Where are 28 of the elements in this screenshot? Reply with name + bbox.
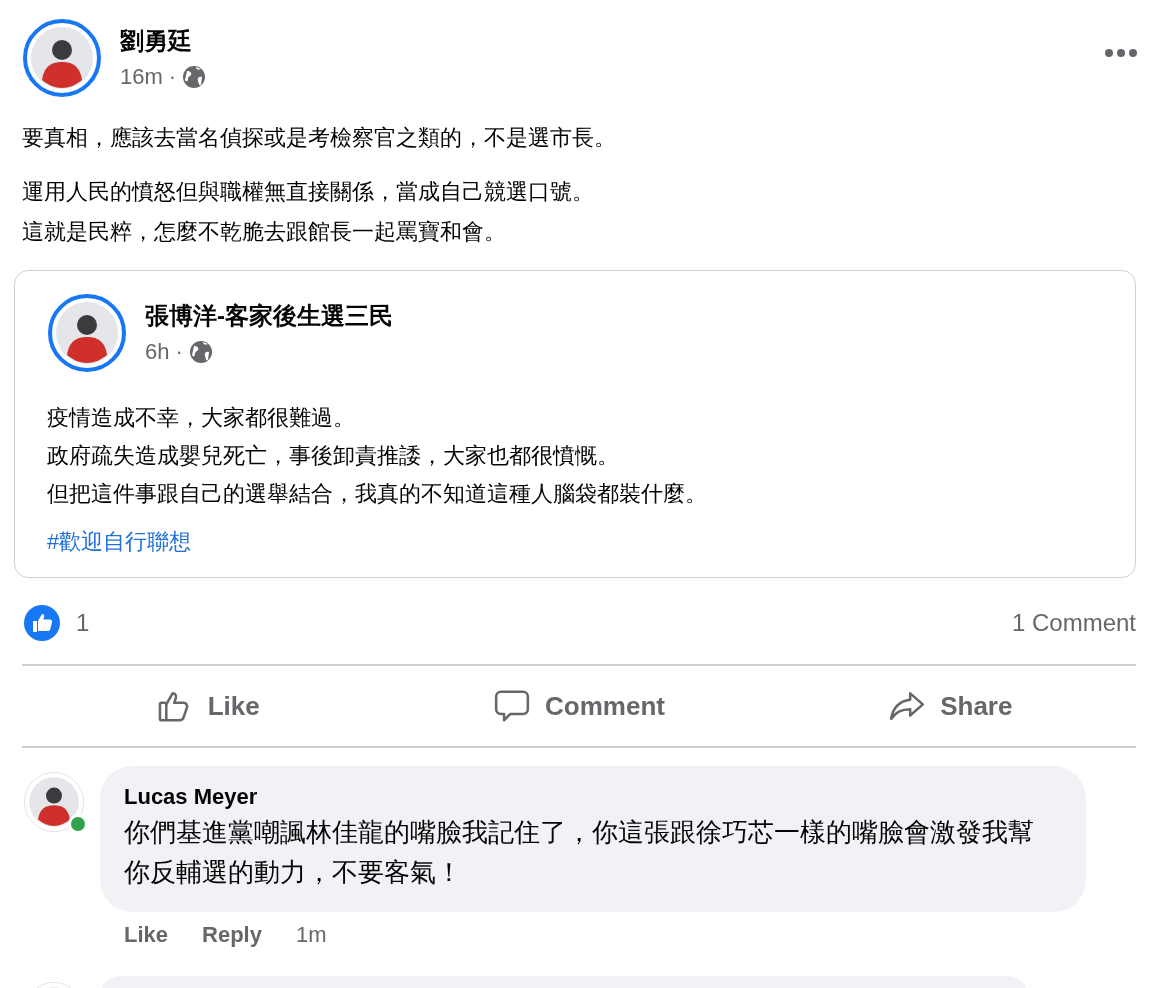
author-name[interactable]: 張博洋-客家後生選三民	[145, 301, 393, 331]
comment-link[interactable]: Like	[124, 922, 169, 948]
hashtag-link[interactable]: #歡迎自行聯想	[47, 527, 192, 557]
like-button[interactable]: Like	[22, 681, 394, 731]
shared-post-card[interactable]: 張博洋-客家後生選三民 6h · 疫情造成不幸，大家都很難過。 政府疏失造成嬰兒死亡，事後卸責推諉，大家也都很憤慨。 但把這件事跟自己的選舉結合，我真的不知道這種人腦袋都裝什麼。 #歡迎自行聯想	[14, 270, 1136, 578]
separator: ·	[175, 339, 183, 365]
post-time[interactable]: 6h	[145, 339, 170, 365]
like-reaction-icon[interactable]	[24, 605, 60, 641]
shared-post-text: 疫情造成不幸，大家都很難過。 政府疏失造成嬰兒死亡，事後卸責推諉，大家也都很憤慨。 但把這件事跟自己的選舉結合，我真的不知道這種人腦袋都裝什麼。	[47, 404, 708, 508]
comment-count[interactable]: 1 Comment	[1011, 609, 1136, 637]
avatar[interactable]	[22, 18, 102, 98]
comment-time[interactable]: 1m	[295, 922, 327, 948]
reaction-count[interactable]: 1	[76, 609, 90, 637]
globe-icon	[188, 340, 213, 364]
post-time[interactable]: 16m	[120, 64, 163, 90]
avatar[interactable]	[22, 770, 86, 834]
more-options-icon[interactable]	[1104, 48, 1138, 58]
author-name[interactable]: 劉勇廷	[120, 26, 207, 56]
separator: ·	[168, 64, 177, 90]
comment-text: 你們基進黨嘲諷林佳龍的嘴臉我記住了，你這張跟徐巧芯一樣的嘴臉會激發我幫你反輔選的動力，不要客氣！	[124, 816, 1035, 889]
comment-link[interactable]: Reply	[202, 922, 262, 948]
share-button[interactable]: Share	[764, 681, 1136, 731]
globe-icon	[182, 65, 207, 89]
comment-button[interactable]: Comment	[393, 681, 765, 731]
post-text: 要真相，應該去當名偵探或是考檢察官之類的，不是選市長。	[22, 124, 617, 152]
commenter-name[interactable]: Lucas Meyer	[124, 782, 1052, 812]
avatar[interactable]	[47, 293, 127, 373]
post-text: 運用人民的憤怒但與職權無直接關係，當成自己競選口號。 這就是民粹，怎麼不乾脆去跟館長一起罵寶和會。	[22, 178, 595, 246]
